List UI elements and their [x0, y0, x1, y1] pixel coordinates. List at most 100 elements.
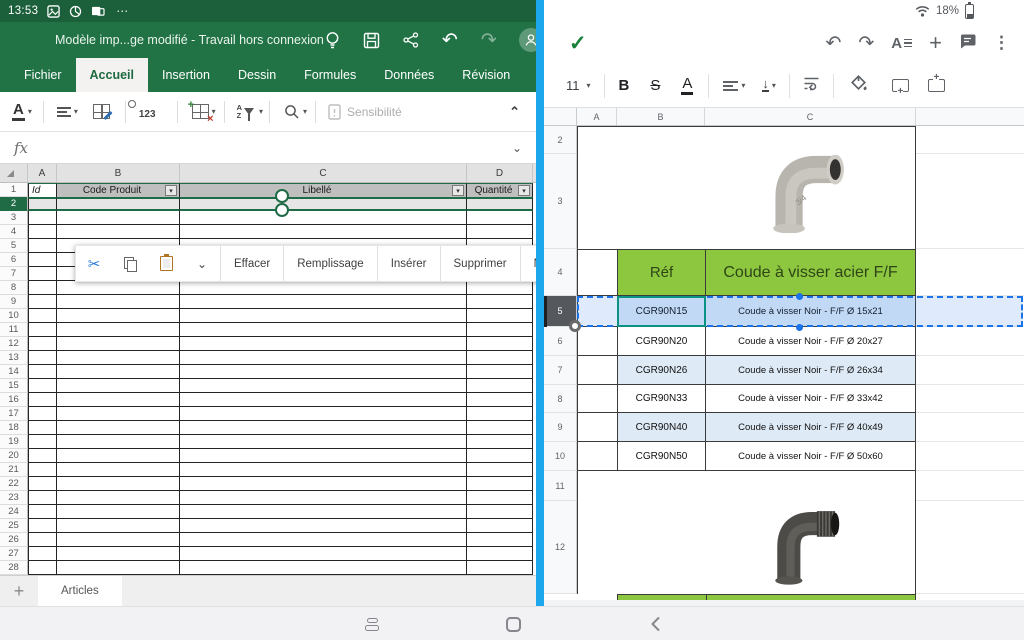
left-row-header-28[interactable]: 28 — [0, 561, 28, 575]
split-screen-divider[interactable] — [536, 0, 544, 606]
cell-D4[interactable] — [916, 249, 1024, 296]
cell-D20[interactable] — [467, 449, 533, 463]
col-header-B[interactable]: B — [57, 164, 180, 182]
cell-A18[interactable] — [28, 421, 57, 435]
cell-A15[interactable] — [28, 379, 57, 393]
left-row-header-22[interactable]: 22 — [0, 477, 28, 491]
recents-button[interactable] — [355, 607, 389, 640]
left-row-header-26[interactable]: 26 — [0, 533, 28, 547]
cell-D27[interactable] — [467, 547, 533, 561]
left-row-header-6[interactable]: 6 — [0, 253, 28, 267]
right-row-header-9[interactable]: 9 — [544, 413, 577, 442]
cell-A25[interactable] — [28, 519, 57, 533]
cell-B27[interactable] — [57, 547, 180, 561]
cell-D2[interactable] — [916, 126, 1024, 154]
cell-C2[interactable] — [705, 126, 916, 154]
undo-icon[interactable]: ↶ — [441, 31, 459, 49]
cell-C7[interactable]: Coude à visser Noir - F/F Ø 26x34 — [705, 356, 916, 385]
cell-A4[interactable] — [577, 249, 617, 296]
cell-D3[interactable] — [467, 211, 533, 225]
cell-C26[interactable] — [180, 533, 467, 547]
cell-A2[interactable] — [577, 126, 617, 154]
cell-A10[interactable] — [28, 309, 57, 323]
cell-C23[interactable] — [180, 491, 467, 505]
cell-B8[interactable] — [57, 281, 180, 295]
cell-B3[interactable] — [57, 211, 180, 225]
redo-icon[interactable]: ↷ — [480, 31, 498, 49]
left-row-header-1[interactable]: 1 — [0, 183, 28, 197]
left-row-header-2[interactable]: 2 — [0, 197, 28, 211]
cell-D15[interactable] — [467, 379, 533, 393]
cell-A9[interactable] — [28, 295, 57, 309]
bold-button[interactable]: B — [619, 77, 630, 94]
undo-icon[interactable]: ↶ — [825, 34, 841, 53]
context-item-supprimer[interactable]: Supprimer — [440, 246, 520, 281]
cell-B11[interactable] — [617, 471, 705, 501]
context-menu-expand-icon[interactable]: ⌄ — [184, 246, 220, 281]
left-row-header-9[interactable]: 9 — [0, 295, 28, 309]
cell-D10[interactable] — [916, 442, 1024, 471]
tab-accueil[interactable]: Accueil — [76, 58, 148, 92]
cell-D9[interactable] — [916, 413, 1024, 442]
context-item-effacer[interactable]: Effacer — [220, 246, 283, 281]
context-item-remplissage[interactable]: Remplissage — [283, 246, 376, 281]
col-header-C[interactable]: C — [180, 164, 467, 182]
copy-icon[interactable] — [112, 246, 148, 281]
cell-D25[interactable] — [467, 519, 533, 533]
cell-C4[interactable] — [180, 225, 467, 239]
row-resize-handle[interactable] — [569, 320, 581, 332]
cell-C18[interactable] — [180, 421, 467, 435]
cell-B2[interactable] — [617, 126, 705, 154]
col-header-D[interactable] — [916, 108, 1024, 125]
cell-D12[interactable] — [467, 337, 533, 351]
add-row-icon[interactable]: + — [892, 79, 909, 92]
cell-A20[interactable] — [28, 449, 57, 463]
left-row-header-10[interactable]: 10 — [0, 309, 28, 323]
tab-revision[interactable]: Révision — [448, 58, 524, 92]
active-cell-border[interactable] — [617, 296, 706, 327]
cell-A12[interactable] — [28, 337, 57, 351]
comment-icon[interactable] — [959, 33, 976, 54]
cell-B10[interactable]: CGR90N50 — [617, 442, 705, 471]
cell-B15[interactable] — [57, 379, 180, 393]
vertical-align-button[interactable]: ↓▾ — [762, 79, 776, 92]
cell-A1[interactable]: Id — [28, 183, 57, 197]
cell-B20[interactable] — [57, 449, 180, 463]
right-row-header-2[interactable]: 2 — [544, 126, 577, 154]
cell-B3[interactable] — [617, 154, 705, 249]
text-color-button[interactable]: A — [681, 76, 693, 95]
back-button[interactable] — [638, 607, 672, 640]
cell-A9[interactable] — [577, 413, 617, 442]
cell-D2[interactable] — [467, 197, 533, 211]
cell-A16[interactable] — [28, 393, 57, 407]
overflow-menu-icon[interactable]: ⋮ — [993, 33, 1010, 53]
cell-D11[interactable] — [916, 471, 1024, 501]
cell-B10[interactable] — [57, 309, 180, 323]
cell-D7[interactable] — [916, 356, 1024, 385]
tab-donnees[interactable]: Données — [370, 58, 448, 92]
cell-A5[interactable] — [28, 239, 57, 253]
cell-A2[interactable] — [28, 197, 57, 211]
text-wrap-icon[interactable] — [803, 76, 820, 96]
cell-C1[interactable]: Libellé▾ — [180, 183, 467, 197]
cell-D3[interactable] — [916, 154, 1024, 249]
done-check-icon[interactable]: ✓ — [569, 31, 587, 56]
cell-C24[interactable] — [180, 505, 467, 519]
cell-D14[interactable] — [467, 365, 533, 379]
cell-B16[interactable] — [57, 393, 180, 407]
cell-A11[interactable] — [577, 471, 617, 501]
formula-bar[interactable]: fx ⌄ — [0, 132, 536, 164]
left-row-header-27[interactable]: 27 — [0, 547, 28, 561]
cell-D23[interactable] — [467, 491, 533, 505]
cell-C19[interactable] — [180, 435, 467, 449]
cell-C21[interactable] — [180, 463, 467, 477]
cell-C14[interactable] — [180, 365, 467, 379]
right-row-header-3[interactable]: 3 — [544, 154, 577, 249]
cell-A6[interactable] — [577, 327, 617, 356]
cell-B12[interactable] — [617, 501, 705, 594]
collapse-ribbon-icon[interactable]: ⌃ — [509, 104, 520, 120]
sort-filter-button[interactable]: AZ ▾ — [237, 104, 263, 120]
cell-D6[interactable] — [916, 327, 1024, 356]
col-header-C[interactable]: C — [705, 108, 916, 125]
left-row-header-24[interactable]: 24 — [0, 505, 28, 519]
